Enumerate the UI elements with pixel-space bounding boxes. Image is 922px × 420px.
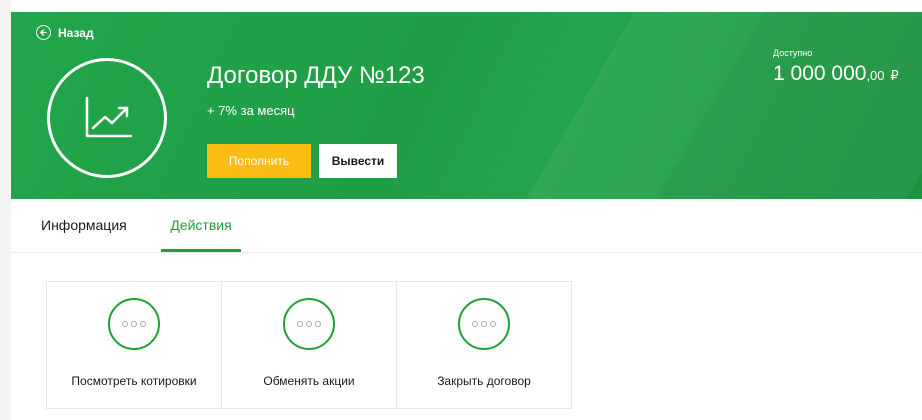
page-container: Назад Договор ДДУ №123 + 7% за месяц Поп… bbox=[11, 12, 922, 420]
tabs-bar: Информация Действия bbox=[11, 199, 922, 253]
more-dots-icon bbox=[108, 298, 160, 350]
amount-cents: ,00 bbox=[866, 68, 885, 83]
action-cards: Посмотреть котировки Обменять акции Закр… bbox=[46, 281, 572, 409]
more-dots-icon bbox=[283, 298, 335, 350]
action-card-label: Закрыть договор bbox=[437, 374, 531, 388]
currency-symbol: ₽ bbox=[890, 68, 899, 83]
contract-banner: Назад Договор ДДУ №123 + 7% за месяц Поп… bbox=[11, 12, 922, 199]
tab-information[interactable]: Информация bbox=[41, 199, 127, 252]
action-card-label: Обменять акции bbox=[263, 374, 355, 388]
action-card-exchange-shares[interactable]: Обменять акции bbox=[221, 281, 397, 409]
action-card-close-contract[interactable]: Закрыть договор bbox=[396, 281, 572, 409]
available-amount: 1 000 000,00 ₽ bbox=[773, 62, 899, 86]
amount-main: 1 000 000 bbox=[773, 62, 867, 85]
more-dots-icon bbox=[458, 298, 510, 350]
trend-chart-icon bbox=[85, 96, 133, 138]
action-card-label: Посмотреть котировки bbox=[71, 374, 197, 388]
page-title: Договор ДДУ №123 bbox=[207, 62, 425, 89]
left-edge-strip bbox=[0, 0, 11, 420]
arrow-left-icon bbox=[36, 25, 51, 40]
contract-avatar bbox=[47, 58, 167, 178]
back-link[interactable]: Назад bbox=[36, 25, 94, 40]
growth-subtitle: + 7% за месяц bbox=[207, 103, 295, 118]
back-label: Назад bbox=[58, 25, 94, 40]
tab-actions[interactable]: Действия bbox=[161, 199, 241, 252]
topup-button[interactable]: Пополнить bbox=[207, 144, 311, 178]
action-card-view-quotes[interactable]: Посмотреть котировки bbox=[46, 281, 222, 409]
withdraw-button[interactable]: Вывести bbox=[319, 144, 397, 178]
available-label: Доступно bbox=[773, 48, 813, 58]
